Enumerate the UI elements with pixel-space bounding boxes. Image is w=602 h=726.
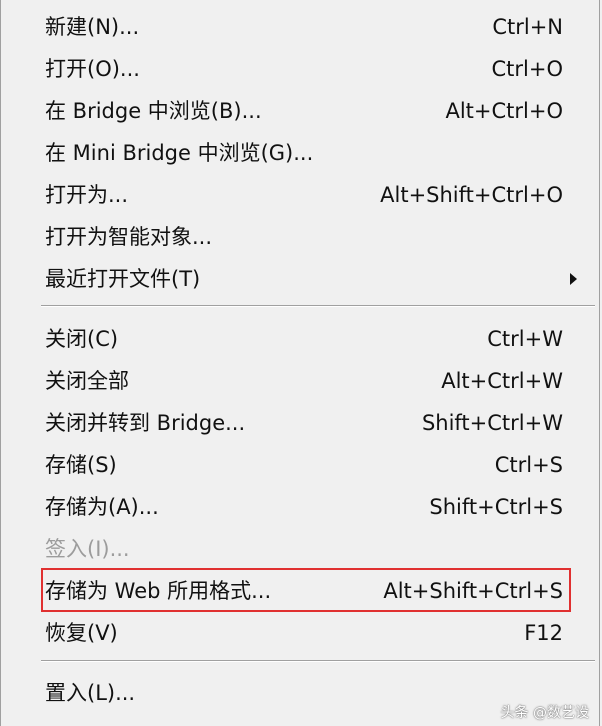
menu-item-close-all[interactable]: 关闭全部 Alt+Ctrl+W xyxy=(1,360,599,402)
menu-item-new[interactable]: 新建(N)... Ctrl+N xyxy=(1,6,599,48)
menu-item-label: 打开为智能对象... xyxy=(45,225,213,249)
menu-item-label: 在 Mini Bridge 中浏览(G)... xyxy=(45,141,314,165)
menu-item-shortcut: Shift+Ctrl+W xyxy=(421,411,563,435)
menu-item-close[interactable]: 关闭(C) Ctrl+W xyxy=(1,318,599,360)
menu-item-label: 签入(I)... xyxy=(45,537,130,561)
menu-item-revert[interactable]: 恢复(V) F12 xyxy=(1,612,599,654)
file-menu: 新建(N)... Ctrl+N 打开(O)... Ctrl+O 在 Bridge… xyxy=(0,0,600,726)
menu-item-label: 置入(L)... xyxy=(45,681,136,705)
menu-item-shortcut: Alt+Shift+Ctrl+O xyxy=(380,183,563,207)
menu-separator xyxy=(41,305,595,307)
menu-item-label: 存储为(A)... xyxy=(45,495,159,519)
menu-item-label: 关闭并转到 Bridge... xyxy=(45,411,246,435)
menu-item-shortcut: Ctrl+S xyxy=(494,453,563,477)
menu-item-open-as[interactable]: 打开为... Alt+Shift+Ctrl+O xyxy=(1,174,599,216)
menu-item-label: 新建(N)... xyxy=(45,15,140,39)
menu-item-label: 存储(S) xyxy=(45,453,117,477)
menu-item-open[interactable]: 打开(O)... Ctrl+O xyxy=(1,48,599,90)
submenu-arrow-icon xyxy=(570,273,577,285)
menu-item-label: 打开(O)... xyxy=(45,57,140,81)
menu-item-check-in: 签入(I)... xyxy=(1,528,599,570)
menu-item-label: 打开为... xyxy=(45,183,129,207)
menu-item-label: 恢复(V) xyxy=(45,621,118,645)
menu-item-save[interactable]: 存储(S) Ctrl+S xyxy=(1,444,599,486)
watermark: 头条 @数艺设 xyxy=(500,705,589,721)
menu-item-save-as[interactable]: 存储为(A)... Shift+Ctrl+S xyxy=(1,486,599,528)
menu-item-close-and-go-to-bridge[interactable]: 关闭并转到 Bridge... Shift+Ctrl+W xyxy=(1,402,599,444)
menu-item-label: 最近打开文件(T) xyxy=(45,267,201,291)
menu-item-shortcut: Ctrl+N xyxy=(492,15,563,39)
menu-item-browse-in-bridge[interactable]: 在 Bridge 中浏览(B)... Alt+Ctrl+O xyxy=(1,90,599,132)
menu-item-shortcut: Shift+Ctrl+S xyxy=(429,495,563,519)
menu-item-label: 关闭全部 xyxy=(45,369,129,393)
menu-item-shortcut: Ctrl+W xyxy=(487,327,563,351)
menu-item-label: 在 Bridge 中浏览(B)... xyxy=(45,99,262,123)
menu-item-open-recent[interactable]: 最近打开文件(T) xyxy=(1,258,599,300)
menu-item-shortcut: Alt+Ctrl+W xyxy=(441,369,563,393)
menu-item-shortcut: Alt+Shift+Ctrl+S xyxy=(383,579,563,603)
menu-item-shortcut: Alt+Ctrl+O xyxy=(445,99,563,123)
menu-separator xyxy=(41,660,595,662)
menu-item-shortcut: Ctrl+O xyxy=(491,57,564,81)
menu-item-browse-in-mini-bridge[interactable]: 在 Mini Bridge 中浏览(G)... xyxy=(1,132,599,174)
menu-item-shortcut: F12 xyxy=(524,621,563,645)
menu-item-label: 存储为 Web 所用格式... xyxy=(45,579,272,603)
menu-item-save-for-web[interactable]: 存储为 Web 所用格式... Alt+Shift+Ctrl+S xyxy=(1,570,599,612)
menu-item-open-as-smart-object[interactable]: 打开为智能对象... xyxy=(1,216,599,258)
menu-item-label: 关闭(C) xyxy=(45,327,119,351)
